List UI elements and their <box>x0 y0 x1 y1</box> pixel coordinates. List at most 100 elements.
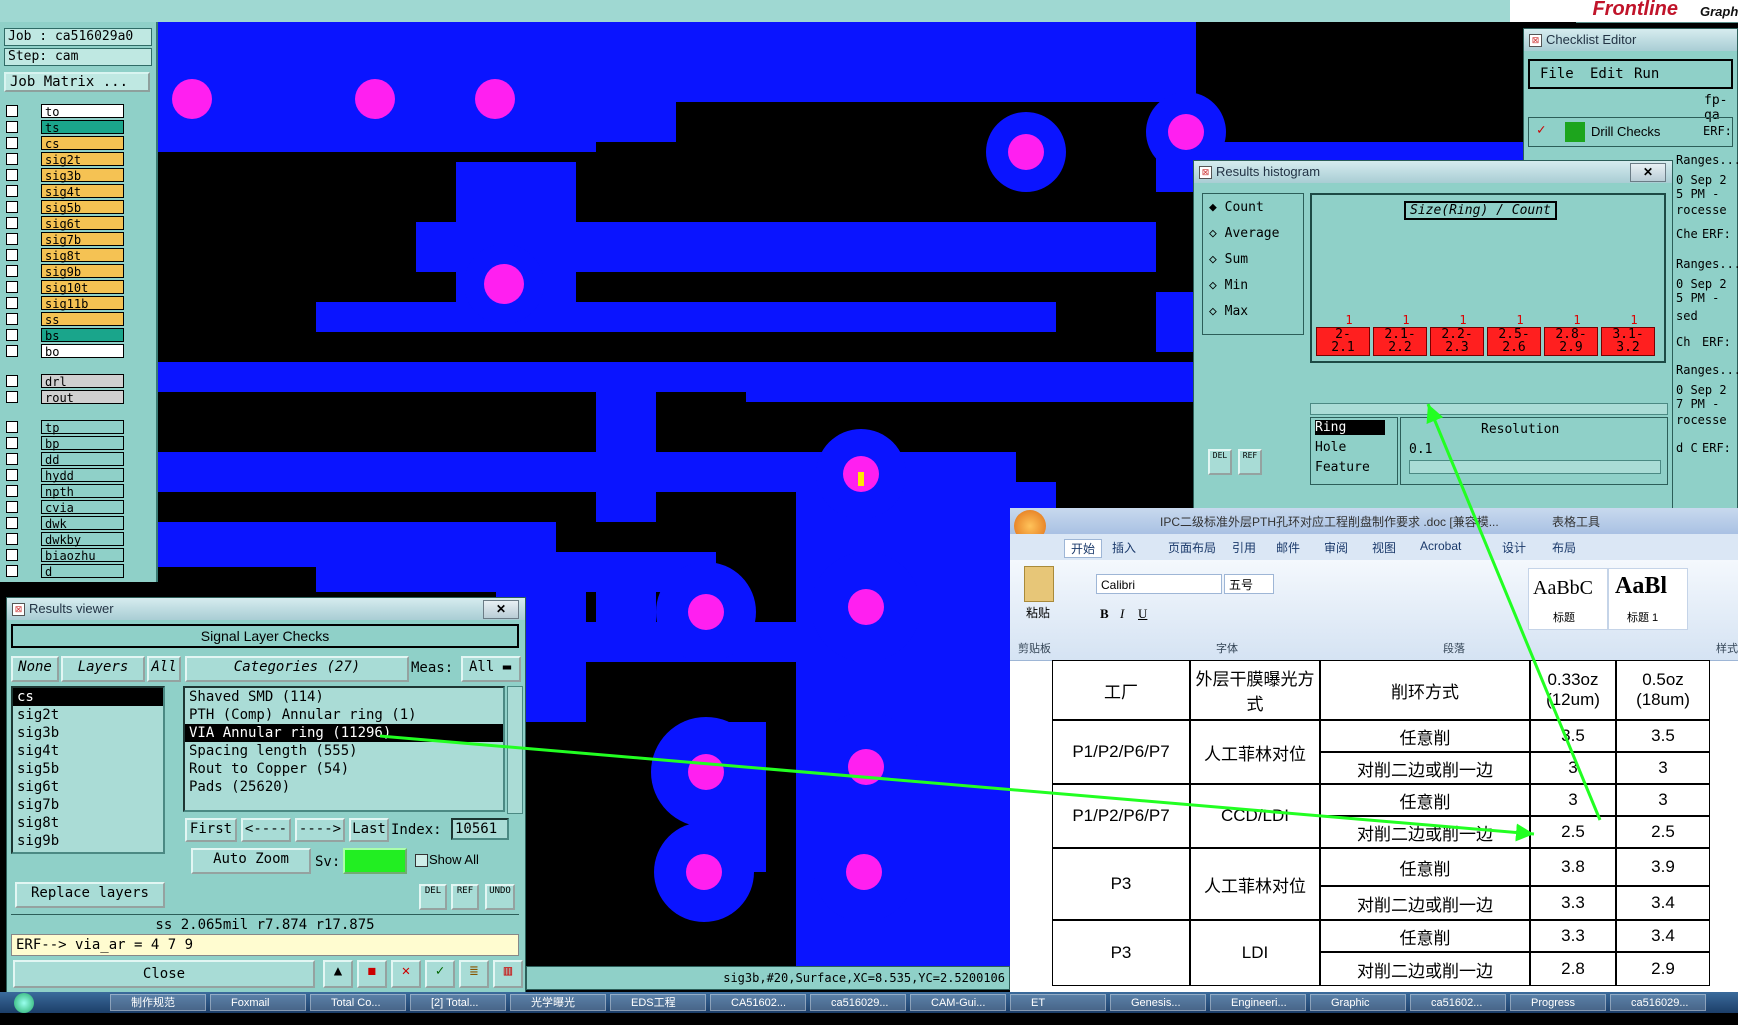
layer-checkbox[interactable] <box>6 549 18 561</box>
layer-name[interactable]: dwkby <box>41 532 124 547</box>
prev-button[interactable]: <---- <box>241 818 291 842</box>
table-cell[interactable]: 人工菲林对位 <box>1190 720 1320 784</box>
layer-row[interactable]: sig8t <box>6 248 124 263</box>
category-item[interactable]: VIA Annular ring (11296) <box>185 724 503 742</box>
results-viewer-titlebar[interactable]: ⊠ Results viewer <box>7 598 525 620</box>
table-cell[interactable]: 任意削 <box>1320 720 1530 752</box>
layer-row[interactable]: dwk <box>6 516 124 531</box>
histogram-bar[interactable]: 2.5- 2.6 <box>1487 327 1541 356</box>
histogram-option[interactable]: ◇ Max <box>1209 304 1248 319</box>
hist-del-button[interactable]: DEL <box>1208 449 1232 475</box>
table-cell[interactable]: 3.5 <box>1530 720 1616 752</box>
taskbar-item[interactable]: 制作规范 <box>110 994 206 1011</box>
layer-name[interactable]: sig9b <box>41 264 124 279</box>
layer-result-item[interactable]: sig8t <box>13 814 163 832</box>
ribbon-tab[interactable]: 插入 <box>1112 539 1136 556</box>
layer-name[interactable]: cvia <box>41 500 124 515</box>
layer-checkbox[interactable] <box>6 437 18 449</box>
layer-row[interactable]: bo <box>6 344 124 359</box>
layer-result-item[interactable]: sig2t <box>13 706 163 724</box>
close-button[interactable]: Close <box>13 960 315 988</box>
job-matrix-button[interactable]: Job Matrix ... <box>4 72 150 92</box>
meas-dropdown[interactable]: All ▬ <box>461 656 521 682</box>
table-cell[interactable]: 对削二边或削一边 <box>1320 952 1530 986</box>
menu-file[interactable]: File <box>1540 66 1574 82</box>
layer-name[interactable]: biaozhu <box>41 548 124 563</box>
auto-zoom-dropdown[interactable]: Auto Zoom <box>191 848 311 874</box>
undo-button[interactable]: UNDO <box>485 884 515 910</box>
layer-row[interactable]: cvia <box>6 500 124 515</box>
delete-icon[interactable]: ✕ <box>391 960 421 988</box>
histogram-option[interactable]: ◇ Min <box>1209 278 1248 293</box>
layer-result-item[interactable]: sig6t <box>13 778 163 796</box>
layer-checkbox[interactable] <box>6 421 18 433</box>
table-cell[interactable]: LDI <box>1190 920 1320 986</box>
all-button[interactable]: All <box>147 656 181 682</box>
layer-checkbox[interactable] <box>6 201 18 213</box>
layer-result-item[interactable]: sig5b <box>13 760 163 778</box>
layer-name[interactable]: d <box>41 564 124 579</box>
layer-name[interactable]: rout <box>41 390 124 405</box>
taskbar-item[interactable]: ca516029... <box>810 994 906 1011</box>
italic-icon[interactable]: I <box>1120 606 1124 622</box>
word-titlebar[interactable]: IPC二级标准外层PTH孔环对应工程削盘制作要求 .doc [兼容模... 表格… <box>1010 508 1738 542</box>
table-cell[interactable]: 3 <box>1530 752 1616 784</box>
layer-row[interactable]: rout <box>6 390 124 405</box>
ribbon-tab[interactable]: Acrobat <box>1420 539 1461 553</box>
layer-name[interactable]: to <box>41 104 124 119</box>
layer-checkbox[interactable] <box>6 153 18 165</box>
layer-row[interactable]: to <box>6 104 124 119</box>
histogram-bar[interactable]: 2.2- 2.3 <box>1430 327 1484 356</box>
ribbon-tab[interactable]: 设计 <box>1502 539 1526 556</box>
table-cell[interactable]: 2.5 <box>1616 816 1710 848</box>
table-cell[interactable]: 任意削 <box>1320 920 1530 952</box>
layer-name[interactable]: ss <box>41 312 124 327</box>
layer-row[interactable]: npth <box>6 484 124 499</box>
chart-icon[interactable]: ▥ <box>493 960 523 988</box>
ranges-1[interactable]: Ranges... <box>1676 153 1738 167</box>
sv-color-dropdown[interactable] <box>343 848 407 874</box>
layer-checkbox[interactable] <box>6 105 18 117</box>
layer-row[interactable]: tp <box>6 420 124 435</box>
index-input[interactable]: 10561 <box>451 818 509 840</box>
table-cell[interactable]: P3 <box>1052 848 1190 920</box>
layers-button[interactable]: Layers <box>61 656 145 682</box>
table-cell[interactable]: P1/P2/P6/P7 <box>1052 720 1190 784</box>
layer-name[interactable]: bp <box>41 436 124 451</box>
ribbon-tab[interactable]: 邮件 <box>1276 539 1300 556</box>
layer-row[interactable]: sig5b <box>6 200 124 215</box>
table-cell[interactable]: 3.3 <box>1530 886 1616 920</box>
ranges-3[interactable]: Ranges... <box>1676 363 1738 377</box>
histogram-option[interactable]: ◇ Average <box>1209 226 1279 241</box>
layer-checkbox[interactable] <box>6 501 18 513</box>
table-cell[interactable]: 3.5 <box>1616 720 1710 752</box>
table-cell[interactable]: P1/P2/P6/P7 <box>1052 784 1190 848</box>
table-cell[interactable]: 2.8 <box>1530 952 1616 986</box>
layer-checkbox[interactable] <box>6 485 18 497</box>
layer-checkbox[interactable] <box>6 137 18 149</box>
last-button[interactable]: Last <box>349 818 389 842</box>
table-cell[interactable]: 0.5oz (18um) <box>1616 660 1710 720</box>
measure-type-item[interactable]: Feature <box>1315 460 1385 475</box>
histogram-option[interactable]: ◇ Sum <box>1209 252 1248 267</box>
layer-checkbox[interactable] <box>6 453 18 465</box>
style-heading1[interactable]: AaBl 标题 1 <box>1608 568 1688 630</box>
close-icon[interactable]: ✕ <box>483 600 519 619</box>
layer-row[interactable]: sig6t <box>6 216 124 231</box>
layer-checkbox[interactable] <box>6 265 18 277</box>
layer-row[interactable]: sig4t <box>6 184 124 199</box>
layer-checkbox[interactable] <box>6 313 18 325</box>
highlight-icon[interactable]: ▲ <box>323 960 353 988</box>
ranges-2[interactable]: Ranges... <box>1676 257 1738 271</box>
layer-results-list[interactable]: cs sig2t sig3b sig4t sig5b sig6t sig7b sig8t sig… <box>11 686 165 854</box>
layer-checkbox[interactable] <box>6 517 18 529</box>
table-cell[interactable]: 3 <box>1616 784 1710 816</box>
check-icon[interactable]: ✓ <box>425 960 455 988</box>
histogram-bar[interactable]: 2- 2.1 <box>1316 327 1370 356</box>
table-cell[interactable]: 3 <box>1530 784 1616 816</box>
table-cell[interactable]: 任意削 <box>1320 848 1530 886</box>
paste-icon[interactable] <box>1024 566 1054 602</box>
layer-name[interactable]: sig11b <box>41 296 124 311</box>
layer-name[interactable]: sig3b <box>41 168 124 183</box>
layer-checkbox[interactable] <box>6 249 18 261</box>
